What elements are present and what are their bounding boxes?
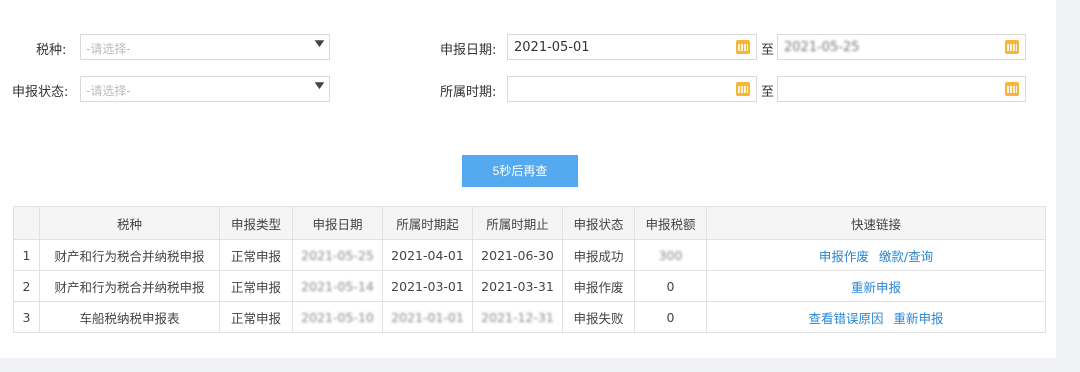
status-label: 申报状态: [12,85,69,100]
col-header-end: 所属时期止 [472,206,563,240]
cell-status: 申报作废 [562,270,635,302]
declare-date-to-value: 2021-05-25 [784,40,860,55]
col-header-links: 快速链接 [706,206,1046,240]
cell-start: 2021-03-01 [382,270,473,302]
view-error-reason-link[interactable]: 查看错误原因 [808,311,883,326]
cell-end: 2021-12-31 [472,301,563,333]
cell-type: 正常申报 [219,239,293,271]
cell-links: 查看错误原因 重新申报 [706,301,1046,333]
caret-down-icon: ▼ [314,39,325,49]
to-label: 至 [761,85,775,100]
cell-date: 2021-05-14 [292,270,383,302]
cell-status: 申报成功 [562,239,635,271]
cell-end: 2021-06-30 [472,239,563,271]
void-declaration-link[interactable]: 申报作废 [819,249,869,264]
table-row: 1 财产和行为税合并纳税申报 正常申报 2021-05-25 2021-04-0… [13,239,1046,271]
cell-status: 申报失败 [562,301,635,333]
status-placeholder: -请选择- [86,84,131,98]
cell-tax: 财产和行为税合并纳税申报 [39,270,220,302]
declare-date-from-value: 2021-05-01 [514,40,590,55]
cell-amount: 0 [634,270,707,302]
main-panel: 税种: -请选择- ▼ 申报日期: 2021-05-01 至 2021-05-2… [0,0,1056,358]
cell-links: 申报作废 缴款/查询 [706,239,1046,271]
cell-links: 重新申报 [706,270,1046,302]
calendar-icon[interactable] [1005,82,1019,96]
declare-date-to-input[interactable]: 2021-05-25 [777,34,1026,60]
tax-type-label: 税种: [36,43,67,58]
col-header-start: 所属时期起 [382,206,473,240]
period-label: 所属时期: [440,85,497,100]
period-to-input[interactable] [777,76,1026,102]
cell-date: 2021-05-10 [292,301,383,333]
to-label: 至 [761,43,775,58]
table-row: 2 财产和行为税合并纳税申报 正常申报 2021-05-14 2021-03-0… [13,270,1046,302]
row-index: 1 [13,239,40,271]
cell-tax: 车船税纳税申报表 [39,301,220,333]
col-header-date: 申报日期 [292,206,383,240]
cell-end: 2021-03-31 [472,270,563,302]
tax-type-select[interactable]: -请选择- ▼ [80,34,330,60]
declare-date-label: 申报日期: [440,43,497,58]
payment-query-link[interactable]: 缴款/查询 [879,249,933,264]
calendar-icon[interactable] [736,82,750,96]
status-select[interactable]: -请选择- ▼ [80,76,330,102]
calendar-icon[interactable] [736,40,750,54]
declare-date-from-input[interactable]: 2021-05-01 [507,34,757,60]
caret-down-icon: ▼ [314,81,325,91]
col-header-type: 申报类型 [219,206,293,240]
row-index: 3 [13,301,40,333]
cell-start: 2021-04-01 [382,239,473,271]
redeclare-link[interactable]: 重新申报 [893,311,943,326]
col-header-tax: 税种 [39,206,220,240]
row-index: 2 [13,270,40,302]
col-header-status: 申报状态 [562,206,635,240]
cell-type: 正常申报 [219,301,293,333]
requery-button[interactable]: 5秒后再查 [462,155,578,187]
cell-amount: 0 [634,301,707,333]
col-header-amount: 申报税额 [634,206,707,240]
cell-type: 正常申报 [219,270,293,302]
tax-type-placeholder: -请选择- [86,42,131,56]
cell-tax: 财产和行为税合并纳税申报 [39,239,220,271]
redeclare-link[interactable]: 重新申报 [851,280,901,295]
cell-start: 2021-01-01 [382,301,473,333]
col-header-index [13,206,40,240]
declaration-table: 税种 申报类型 申报日期 所属时期起 所属时期止 申报状态 申报税额 快速链接 … [13,206,1046,333]
cell-amount: 300 [634,239,707,271]
calendar-icon[interactable] [1005,40,1019,54]
cell-date: 2021-05-25 [292,239,383,271]
table-header-row: 税种 申报类型 申报日期 所属时期起 所属时期止 申报状态 申报税额 快速链接 [13,206,1046,240]
period-from-input[interactable] [507,76,757,102]
table-row: 3 车船税纳税申报表 正常申报 2021-05-10 2021-01-01 20… [13,301,1046,333]
